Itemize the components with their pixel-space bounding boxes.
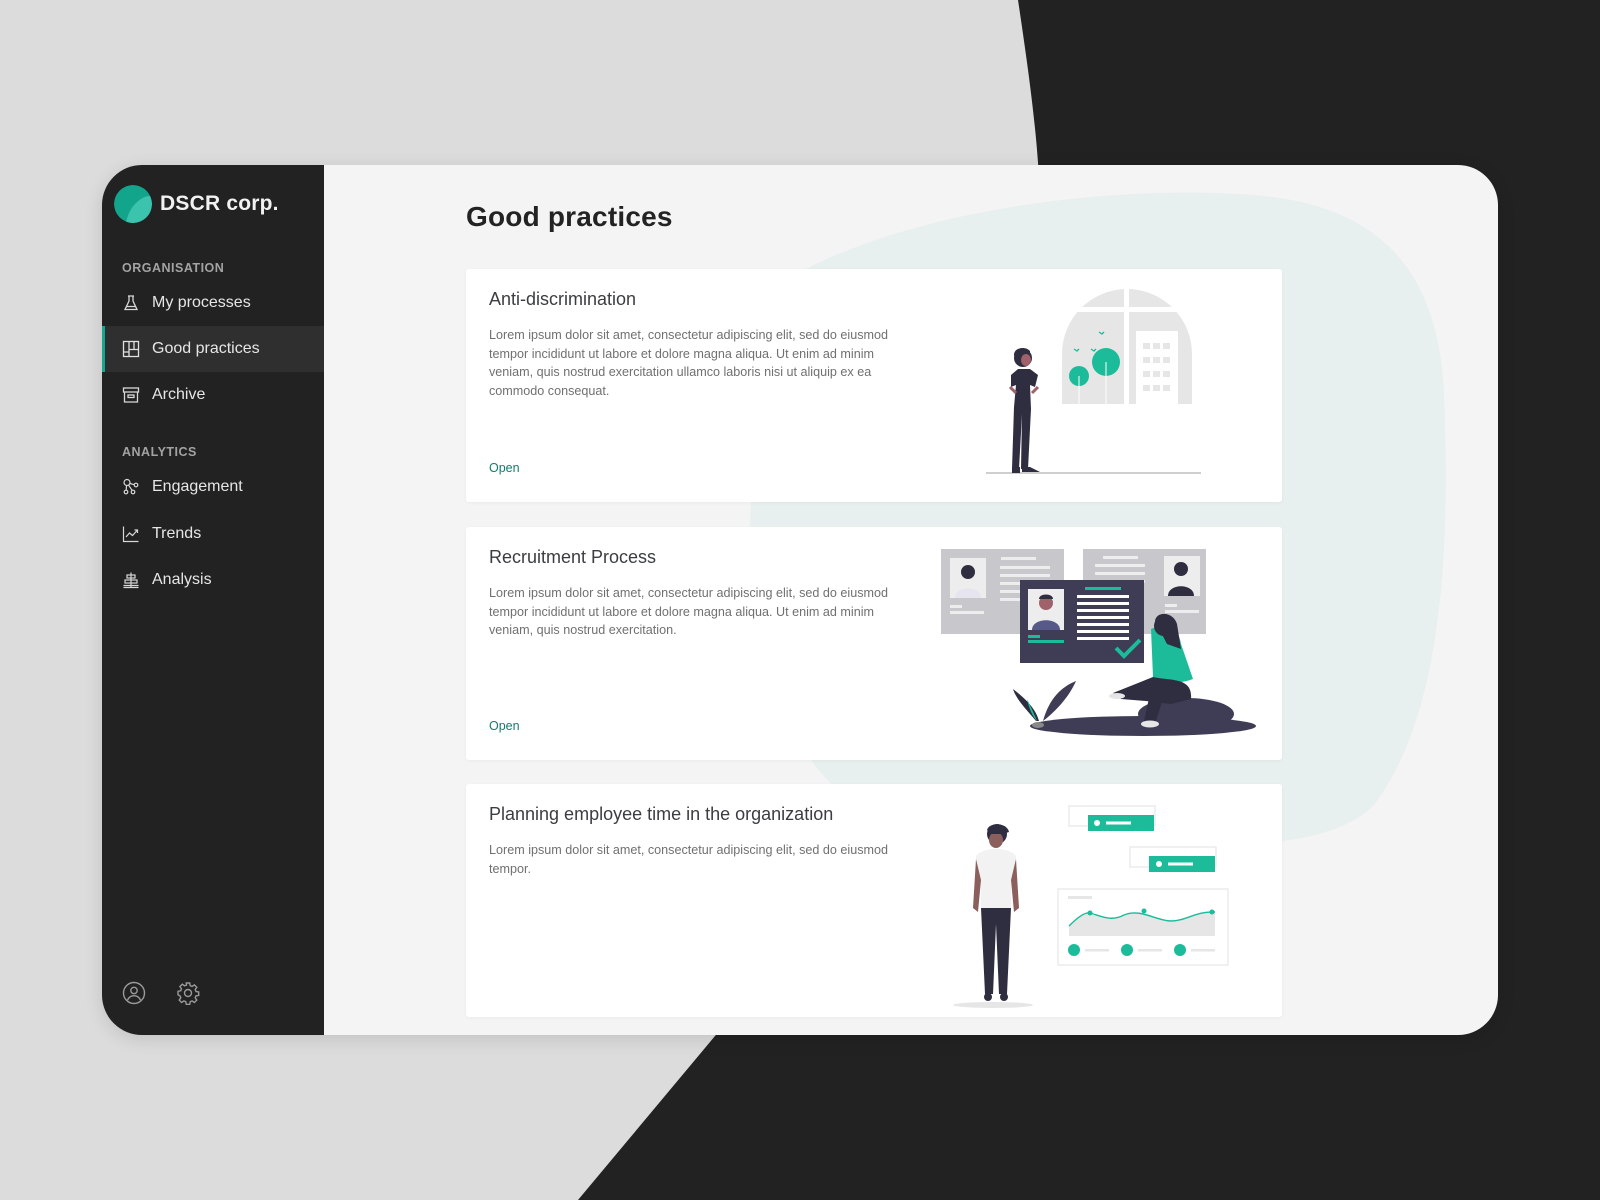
man-with-dashboard-illustration bbox=[953, 805, 1229, 1008]
sidebar-item-good-practices[interactable]: Good practices bbox=[102, 326, 324, 372]
open-link[interactable]: Open bbox=[489, 461, 520, 475]
brand-logo-icon bbox=[114, 185, 152, 223]
sidebar-item-my-processes[interactable]: My processes bbox=[102, 280, 324, 326]
archive-box-icon bbox=[122, 386, 140, 404]
app-window: DSCR corp. ORGANISATION My processes Goo… bbox=[102, 165, 1498, 1035]
card-description: Lorem ipsum dolor sit amet, consectetur … bbox=[489, 586, 888, 637]
sidebar-item-label: Good practices bbox=[152, 340, 260, 357]
sidebar-item-archive[interactable]: Archive bbox=[102, 372, 324, 418]
sidebar-item-engagement[interactable]: Engagement bbox=[102, 464, 324, 510]
flask-icon bbox=[122, 294, 140, 312]
section-label-analytics: ANALYTICS bbox=[122, 445, 197, 459]
open-link[interactable]: Open bbox=[489, 719, 520, 733]
gear-icon[interactable] bbox=[176, 981, 200, 1006]
sidebar-item-analysis[interactable]: Analysis bbox=[102, 557, 324, 603]
card-description: Lorem ipsum dolor sit amet, consectetur … bbox=[489, 843, 888, 876]
sidebar: DSCR corp. ORGANISATION My processes Goo… bbox=[102, 165, 324, 1035]
layout-grid-icon bbox=[122, 340, 140, 358]
brand[interactable]: DSCR corp. bbox=[114, 185, 279, 223]
woman-looking-at-window-illustration bbox=[986, 289, 1201, 474]
main-content: Good practices Anti-discrimination Lorem… bbox=[324, 165, 1498, 1035]
practice-card: Anti-discrimination Lorem ipsum dolor si… bbox=[466, 269, 1282, 502]
sidebar-item-label: Trends bbox=[152, 525, 202, 542]
sidebar-item-trends[interactable]: Trends bbox=[102, 511, 324, 557]
practice-card: Planning employee time in the organizati… bbox=[466, 784, 1282, 1017]
sidebar-footer bbox=[122, 981, 200, 1006]
trend-chart-icon bbox=[122, 525, 140, 543]
sidebar-item-label: Engagement bbox=[152, 478, 243, 495]
network-nodes-icon bbox=[122, 478, 140, 496]
card-title: Planning employee time in the organizati… bbox=[489, 804, 834, 824]
sidebar-item-label: Archive bbox=[152, 386, 206, 403]
user-profile-icon[interactable] bbox=[122, 981, 146, 1005]
card-title: Anti-discrimination bbox=[489, 289, 637, 309]
candidate-profiles-illustration bbox=[941, 549, 1256, 736]
sidebar-item-label: Analysis bbox=[152, 571, 212, 588]
practice-card: Recruitment Process Lorem ipsum dolor si… bbox=[466, 527, 1282, 760]
card-description: Lorem ipsum dolor sit amet, consectetur … bbox=[489, 328, 888, 398]
sidebar-item-label: My processes bbox=[152, 294, 251, 311]
card-title: Recruitment Process bbox=[489, 547, 657, 567]
section-label-organisation: ORGANISATION bbox=[122, 261, 225, 275]
brand-name: DSCR corp. bbox=[160, 192, 279, 215]
analysis-hierarchy-icon bbox=[122, 571, 140, 589]
page-title: Good practices bbox=[466, 201, 673, 232]
